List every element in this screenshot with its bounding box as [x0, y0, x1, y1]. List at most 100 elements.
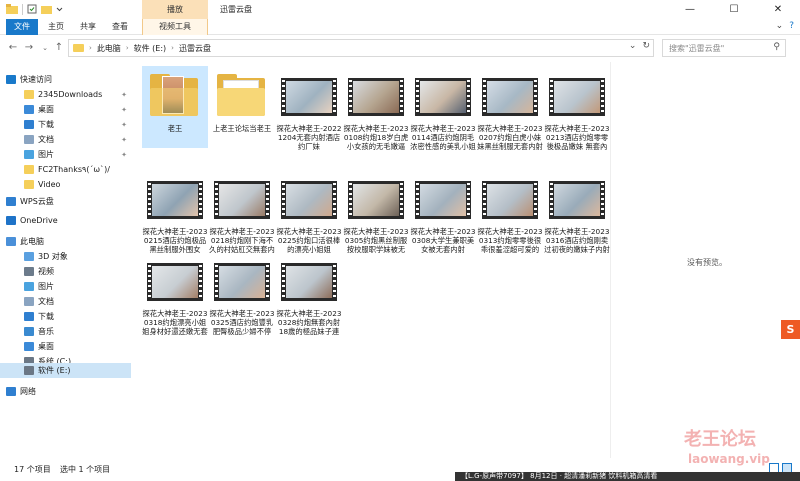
- video-thumbnail: [415, 70, 471, 124]
- tab-video-tools[interactable]: 视频工具: [142, 19, 208, 35]
- video-file-tile[interactable]: 探花大神老王-20230328约炮無套內射18歲的極品妹子連邊…: [276, 251, 342, 336]
- video-file-tile[interactable]: 探花大神老王-20230308大学生兼职美女被无套内射: [410, 169, 476, 254]
- sidebar-item[interactable]: 下载: [0, 309, 131, 324]
- chevron-right-icon[interactable]: ›: [89, 44, 92, 52]
- close-button[interactable]: ✕: [756, 0, 800, 19]
- folder-icon: [6, 4, 18, 14]
- video-file-tile[interactable]: 探花大神老王-20230225约炮口活很棒的漂亮小姐姐: [276, 169, 342, 254]
- file-name: 探花大神老王-20230114酒店约炮阴毛浓密性感的美乳小姐姐: [410, 124, 476, 151]
- navigation-pane: 快速访问 2345Downloads ✦ 桌面 ✦ 下载 ✦ 文档 ✦ 图片 ✦ FC2Thanks٩…: [0, 62, 131, 458]
- sidebar-item[interactable]: 下载 ✦: [0, 117, 131, 132]
- film-holes: [483, 80, 486, 114]
- video-thumbnail: [281, 173, 337, 227]
- ribbon-right-controls: ⌄ ?: [776, 21, 794, 31]
- chevron-right-icon[interactable]: ›: [126, 44, 129, 52]
- sidebar-item-icon: [6, 216, 16, 225]
- sidebar-item[interactable]: FC2Thanks٩(ˊωˋ)/: [0, 162, 131, 177]
- video-file-tile[interactable]: 探花大神老王-20230207约炮白虎小妹妹黑丝制服无套内射: [477, 66, 543, 151]
- sidebar-item[interactable]: 桌面 ✦: [0, 102, 131, 117]
- video-file-tile[interactable]: 探花大神老王-20230218约炮刚下海不久的村姑肛交無套内射: [209, 169, 275, 254]
- properties-icon[interactable]: [27, 4, 37, 14]
- sidebar-item[interactable]: 软件 (E:): [0, 363, 131, 378]
- chevron-down-icon[interactable]: [56, 4, 63, 14]
- back-arrow-icon[interactable]: ←: [6, 40, 20, 56]
- sidebar-item-icon: [6, 197, 16, 206]
- sidebar-item-icon: [24, 312, 34, 321]
- sidebar-item[interactable]: 此电脑: [0, 234, 131, 249]
- minimize-button[interactable]: —: [668, 0, 712, 19]
- thumbnail-image: [152, 184, 198, 216]
- breadcrumb-this-pc[interactable]: 此电脑: [97, 43, 121, 54]
- file-name: 探花大神老王-20230328约炮無套內射18歲的極品妹子連邊…: [276, 309, 342, 336]
- video-thumbnail: [348, 70, 404, 124]
- video-file-tile[interactable]: 探花大神老王-20230114酒店约炮阴毛浓密性感的美乳小姐姐: [410, 66, 476, 151]
- recent-chevron-icon[interactable]: ⌄: [38, 40, 52, 56]
- sidebar-item-label: 2345Downloads: [38, 90, 103, 99]
- sidebar-item-icon: [24, 282, 34, 291]
- tab-home[interactable]: 主页: [44, 19, 68, 35]
- search-input[interactable]: 搜索"迅雷云盘" ⚲: [662, 39, 786, 57]
- sidebar-item-label: 软件 (E:): [38, 366, 71, 375]
- sidebar-item[interactable]: 2345Downloads ✦: [0, 87, 131, 102]
- sidebar-item[interactable]: 音乐: [0, 324, 131, 339]
- sidebar-item[interactable]: 文档 ✦: [0, 132, 131, 147]
- new-folder-icon[interactable]: [41, 4, 52, 14]
- breadcrumb-xunlei[interactable]: 迅雷云盘: [179, 43, 211, 54]
- search-icon[interactable]: ⚲: [773, 42, 780, 52]
- sidebar-item[interactable]: 桌面: [0, 339, 131, 354]
- manage-context-tab[interactable]: 播放: [142, 0, 208, 19]
- sidebar-item-icon: [24, 135, 34, 144]
- sidebar-item-label: 桌面: [38, 105, 54, 114]
- sidebar-item[interactable]: 快速访问: [0, 72, 131, 87]
- sidebar-item[interactable]: 文档: [0, 294, 131, 309]
- film-holes: [534, 80, 537, 114]
- film-strip-icon: [549, 78, 605, 116]
- sidebar-item[interactable]: 网络: [0, 384, 131, 399]
- file-name: 老王: [167, 124, 183, 133]
- pin-icon[interactable]: ✦: [121, 91, 127, 99]
- tab-share[interactable]: 共享: [76, 19, 100, 35]
- sidebar-item[interactable]: 图片: [0, 279, 131, 294]
- forward-arrow-icon[interactable]: →: [22, 40, 36, 56]
- help-icon[interactable]: ?: [789, 21, 794, 31]
- video-file-tile[interactable]: 探花大神老王-20230215酒店约炮极品黑丝制服外围女: [142, 169, 208, 254]
- chevron-right-icon[interactable]: ›: [171, 44, 174, 52]
- folder-tile[interactable]: 老王: [142, 66, 208, 148]
- sidebar-item[interactable]: WPS云盘: [0, 194, 131, 209]
- video-file-tile[interactable]: 探花大神老王-20230213酒店约炮零零後极品嫩妹 無套內射: [544, 66, 610, 151]
- film-holes: [266, 265, 269, 299]
- selection-count: 选中 1 个项目: [60, 465, 111, 474]
- sidebar-item[interactable]: 图片 ✦: [0, 147, 131, 162]
- breadcrumb-drive-e[interactable]: 软件 (E:): [134, 43, 167, 54]
- pin-icon[interactable]: ✦: [121, 121, 127, 129]
- sidebar-item[interactable]: OneDrive: [0, 213, 131, 228]
- tab-view[interactable]: 查看: [108, 19, 132, 35]
- chevron-down-icon[interactable]: ⌄: [776, 21, 784, 31]
- sogou-logo[interactable]: S: [781, 320, 800, 339]
- sidebar-item[interactable]: 视频: [0, 264, 131, 279]
- pin-icon[interactable]: ✦: [121, 151, 127, 159]
- folder-tile[interactable]: 上老王论坛当老王: [209, 66, 275, 148]
- video-file-tile[interactable]: 探花大神老王-20230316酒店约炮刚卖过初夜的嫩妹子内射她: [544, 169, 610, 254]
- navigation-bar: ← → ⌄ ↑ › 此电脑 › 软件 (E:) › 迅雷云盘 ⌄ ↻ 搜索"迅雷…: [0, 36, 800, 60]
- film-strip-icon: [281, 78, 337, 116]
- pin-icon[interactable]: ✦: [121, 136, 127, 144]
- video-file-tile[interactable]: 探花大神老王-20230318约炮漂亮小姐姐身材好還还嫩无套: [142, 251, 208, 336]
- video-file-tile[interactable]: 探花大神老王-20230313约炮零零後很乖很羞涩超可爱的妹…: [477, 169, 543, 254]
- sidebar-item-icon: [6, 387, 16, 396]
- refresh-icon[interactable]: ↻: [642, 41, 650, 51]
- pin-icon[interactable]: ✦: [121, 106, 127, 114]
- video-file-tile[interactable]: 探花大神老王-20230325酒店约炮豐乳肥臀极品少婦不停幹…: [209, 251, 275, 336]
- address-bar[interactable]: › 此电脑 › 软件 (E:) › 迅雷云盘 ⌄ ↻: [68, 39, 654, 57]
- maximize-button[interactable]: ☐: [712, 0, 756, 19]
- up-arrow-icon[interactable]: ↑: [52, 40, 66, 56]
- film-holes: [550, 183, 553, 217]
- tab-file[interactable]: 文件: [6, 19, 38, 35]
- sidebar-item-icon: [24, 120, 34, 129]
- chevron-down-icon[interactable]: ⌄: [629, 41, 637, 51]
- sidebar-item[interactable]: Video: [0, 177, 131, 192]
- video-file-tile[interactable]: 探花大神老王-20230108约炮18岁白虎小女孩的无毛嫩逼浓…: [343, 66, 409, 151]
- sidebar-item[interactable]: 3D 对象: [0, 249, 131, 264]
- video-file-tile[interactable]: 探花大神老王-20221204无套内射酒店约厂妹: [276, 66, 342, 151]
- video-file-tile[interactable]: 探花大神老王-20230305约炮黑丝制服按校服职学妹被无套…: [343, 169, 409, 254]
